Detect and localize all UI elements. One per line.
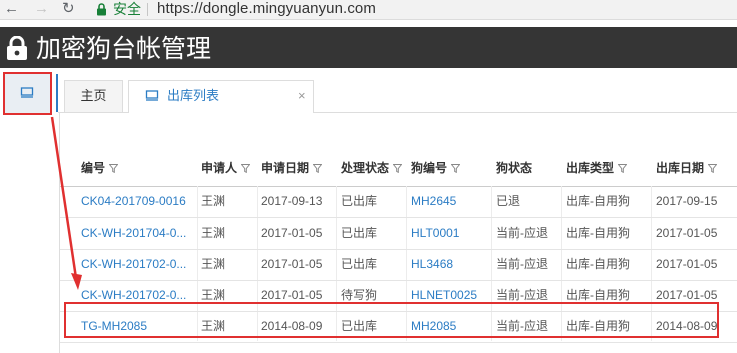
column-header-number[interactable]: 编号 xyxy=(81,150,119,186)
cell-process-status: 已出库 xyxy=(341,257,378,271)
cell-outbound-type: 出库-自用狗 xyxy=(566,194,630,208)
monitor-icon xyxy=(145,90,159,101)
column-header-applicant[interactable]: 申请人 xyxy=(201,150,251,186)
cell-applicant: 王渊 xyxy=(201,194,226,208)
sidebar xyxy=(0,68,55,353)
app-title: 加密狗台帐管理 xyxy=(36,34,212,63)
sidebar-toggle-button[interactable] xyxy=(3,72,52,115)
tab-home[interactable]: 主页 xyxy=(64,80,123,112)
tab-bar: 主页 出库列表 × xyxy=(58,68,737,113)
forward-arrow-icon[interactable]: → xyxy=(34,0,49,19)
cell-outbound-type: 出库-自用狗 xyxy=(566,257,630,271)
back-arrow-icon[interactable]: ← xyxy=(4,0,19,19)
column-header-outbound-date[interactable]: 出库日期 xyxy=(656,150,718,186)
column-header-apply-date[interactable]: 申请日期 xyxy=(261,150,323,186)
cell-applicant: 王渊 xyxy=(201,257,226,271)
cell-outbound-date: 2017-09-15 xyxy=(656,194,718,208)
filter-icon[interactable] xyxy=(393,164,403,174)
cell-dongle-status: 当前-应退 xyxy=(496,257,548,271)
cell-applicant: 王渊 xyxy=(201,226,226,240)
highlight-box xyxy=(64,302,719,338)
cell-outbound-date: 2017-01-05 xyxy=(656,257,718,271)
filter-icon[interactable] xyxy=(313,164,323,174)
address-url[interactable]: https://dongle.mingyuanyun.com xyxy=(157,0,376,18)
column-header-dongle-status[interactable]: 狗状态 xyxy=(496,150,532,186)
cell-dongle-status: 当前-应退 xyxy=(496,226,548,240)
cell-dongle-number-link[interactable]: MH2645 xyxy=(411,186,456,217)
cell-outbound-type: 出库-自用狗 xyxy=(566,226,630,240)
browser-toolbar: ← → ↻ 安全 https://dongle.mingyuanyun.com xyxy=(0,0,737,20)
filter-icon[interactable] xyxy=(109,164,119,174)
filter-icon[interactable] xyxy=(241,164,251,174)
tab-home-label: 主页 xyxy=(80,88,107,103)
cell-apply-date: 2017-09-13 xyxy=(261,194,323,208)
cell-number-link[interactable]: CK04-201709-0016 xyxy=(81,186,193,217)
monitor-icon xyxy=(20,87,34,98)
address-separator xyxy=(147,3,148,16)
cell-number-link[interactable]: CK-WH-201702-0... xyxy=(81,249,193,280)
table-row[interactable]: CK04-201709-0016 王渊 2017-09-13 已出库 MH264… xyxy=(60,186,737,218)
lock-logo-icon xyxy=(7,36,27,60)
filter-icon[interactable] xyxy=(618,164,628,174)
column-header-dongle-number[interactable]: 狗编号 xyxy=(411,150,461,186)
column-header-process-status[interactable]: 处理状态 xyxy=(341,150,403,186)
cell-dongle-status: 已退 xyxy=(496,194,521,208)
cell-process-status: 已出库 xyxy=(341,194,378,208)
cell-process-status: 已出库 xyxy=(341,226,378,240)
cell-apply-date: 2017-01-05 xyxy=(261,226,323,240)
cell-number-link[interactable]: CK-WH-201704-0... xyxy=(81,218,193,249)
cell-dongle-number-link[interactable]: HLT0001 xyxy=(411,218,459,249)
tab-outbound-list[interactable]: 出库列表 × xyxy=(128,80,314,113)
filter-icon[interactable] xyxy=(451,164,461,174)
table-row[interactable]: CK-WH-201704-0... 王渊 2017-01-05 已出库 HLT0… xyxy=(60,218,737,250)
grid-header: 编号 申请人 申请日期 处理状态 狗编号 狗状态 出库类型 出库日期 xyxy=(60,150,737,187)
tab-outbound-list-label: 出库列表 xyxy=(167,88,220,103)
reload-icon[interactable]: ↻ xyxy=(62,0,75,19)
column-header-outbound-type[interactable]: 出库类型 xyxy=(566,150,628,186)
secure-label: 安全 xyxy=(113,1,141,17)
cell-outbound-date: 2017-01-05 xyxy=(656,226,718,240)
cell-dongle-number-link[interactable]: HL3468 xyxy=(411,249,453,280)
lock-icon xyxy=(97,3,106,16)
filter-icon[interactable] xyxy=(708,164,718,174)
close-tab-icon[interactable]: × xyxy=(298,81,306,111)
app-header: 加密狗台帐管理 xyxy=(0,27,737,68)
cell-apply-date: 2017-01-05 xyxy=(261,257,323,271)
table-row[interactable]: CK-WH-201702-0... 王渊 2017-01-05 已出库 HL34… xyxy=(60,249,737,281)
